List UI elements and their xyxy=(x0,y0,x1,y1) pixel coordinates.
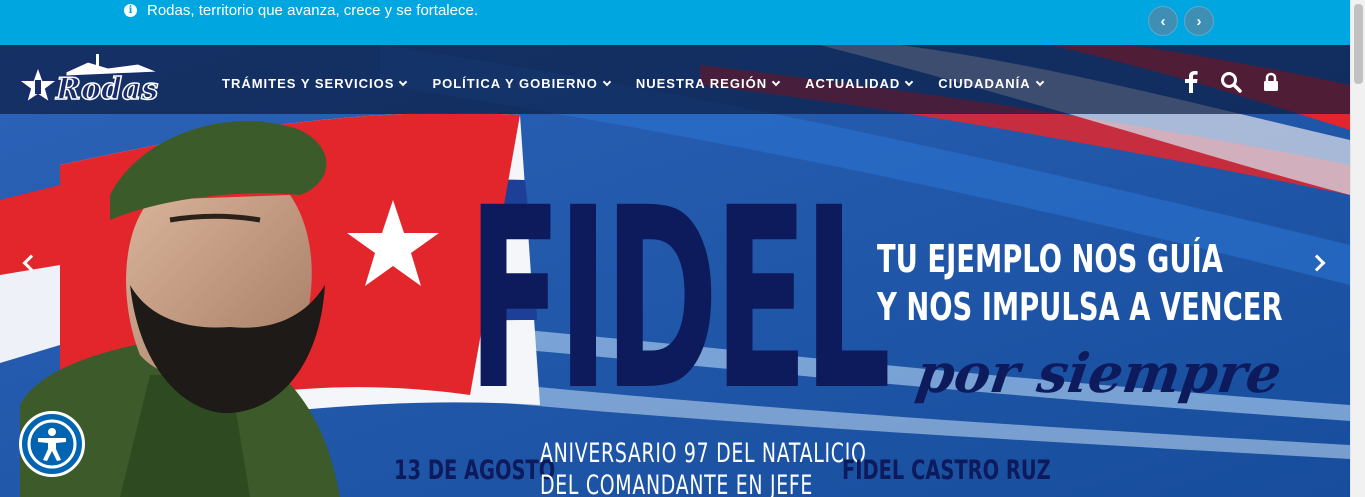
chevron-down-icon xyxy=(602,77,612,86)
ticker-message: i Rodas, territorio que avanza, crece y … xyxy=(124,2,478,19)
ticker-prev-button[interactable]: ‹ xyxy=(1148,6,1178,36)
tagline-line-1: TU EJEMPLO NOS GUÍA xyxy=(877,237,1223,281)
scrollbar-thumb[interactable] xyxy=(1354,4,1363,84)
anniversary-line-1: ANIVERSARIO 97 DEL NATALICIO xyxy=(540,438,867,469)
slide-script-text: por siempre xyxy=(912,341,1286,405)
ticker-text: Rodas, territorio que avanza, crece y se… xyxy=(147,2,478,19)
facebook-icon[interactable] xyxy=(1180,71,1202,93)
menu-item-label: TRÁMITES Y SERVICIOS xyxy=(222,76,395,91)
menu-item-label: POLÍTICA Y GOBIERNO xyxy=(432,76,598,91)
search-icon[interactable] xyxy=(1220,71,1242,93)
page-scrollbar[interactable] xyxy=(1350,0,1365,497)
slide-tagline: TU EJEMPLO NOS GUÍA Y NOS IMPULSA A VENC… xyxy=(877,235,1283,331)
slide-headline: FIDEL xyxy=(468,154,891,445)
nav-icons xyxy=(1180,71,1282,93)
menu-item-politica[interactable]: POLÍTICA Y GOBIERNO xyxy=(432,76,612,91)
chevron-down-icon xyxy=(905,77,914,86)
slide-anniversary: ANIVERSARIO 97 DEL NATALICIO DEL COMANDA… xyxy=(540,438,867,497)
main-navigation: Rodas TRÁMITES Y SERVICIOS POLÍTICA Y GO… xyxy=(0,45,1350,114)
menu-item-region[interactable]: NUESTRA REGIÓN xyxy=(635,76,781,91)
logo-text: Rodas xyxy=(55,71,159,108)
tagline-line-2: Y NOS IMPULSA A VENCER xyxy=(877,285,1283,329)
accessibility-icon xyxy=(27,419,77,469)
chevron-down-icon xyxy=(399,77,408,86)
menu-item-label: NUESTRA REGIÓN xyxy=(635,76,768,91)
hero-slider: Rodas TRÁMITES Y SERVICIOS POLÍTICA Y GO… xyxy=(0,45,1350,497)
accessibility-button[interactable] xyxy=(19,411,85,477)
menu-item-label: CIUDADANÍA xyxy=(938,76,1031,91)
slide-name: FIDEL CASTRO RUZ xyxy=(842,455,1051,486)
rodas-logo[interactable]: Rodas xyxy=(15,50,163,110)
menu-item-tramites[interactable]: TRÁMITES Y SERVICIOS xyxy=(222,76,408,91)
main-menu: TRÁMITES Y SERVICIOS POLÍTICA Y GOBIERNO… xyxy=(222,76,1069,91)
chevron-left-icon xyxy=(22,254,39,272)
menu-item-actualidad[interactable]: ACTUALIDAD xyxy=(805,76,914,91)
chevron-right-icon xyxy=(1308,254,1325,272)
menu-item-ciudadania[interactable]: CIUDADANÍA xyxy=(938,76,1044,91)
chevron-down-icon xyxy=(771,77,781,86)
slide-date: 13 DE AGOSTO xyxy=(394,455,556,486)
slider-next-arrow[interactable] xyxy=(1308,250,1330,276)
ticker-next-button[interactable]: › xyxy=(1184,6,1214,36)
slider-prev-arrow[interactable] xyxy=(17,250,39,276)
top-info-bar: i Rodas, territorio que avanza, crece y … xyxy=(0,0,1350,45)
info-circle-icon: i xyxy=(124,4,137,17)
anniversary-line-2: DEL COMANDANTE EN JEFE xyxy=(540,470,814,497)
menu-item-label: ACTUALIDAD xyxy=(805,76,901,91)
chevron-down-icon xyxy=(1035,77,1044,86)
lock-icon[interactable] xyxy=(1260,71,1282,93)
